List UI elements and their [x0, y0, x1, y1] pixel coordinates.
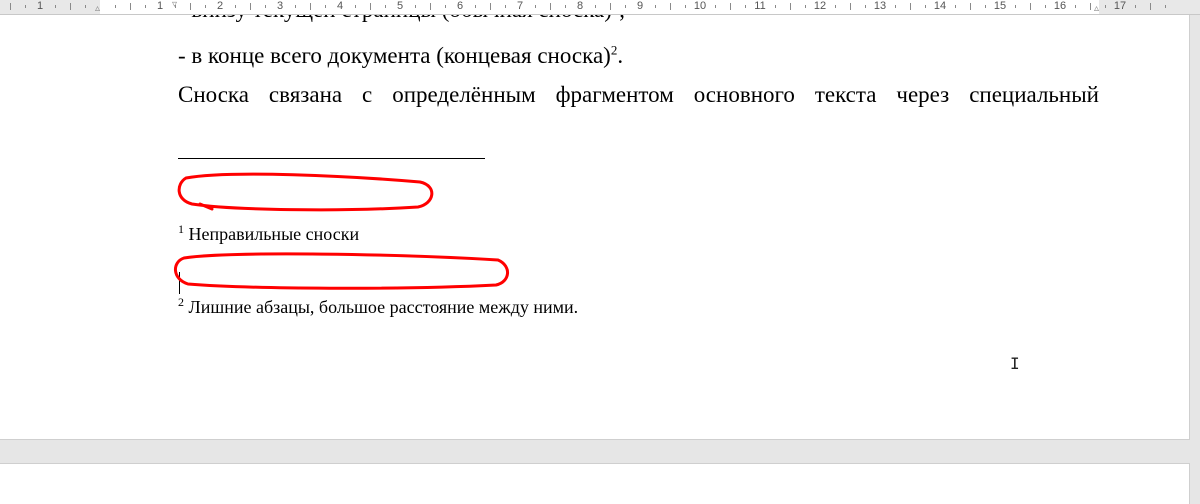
- red-annotation-ellipse-1: [177, 172, 434, 212]
- red-annotation-ellipse-2: [174, 252, 509, 290]
- red-annotation-layer: [174, 172, 509, 290]
